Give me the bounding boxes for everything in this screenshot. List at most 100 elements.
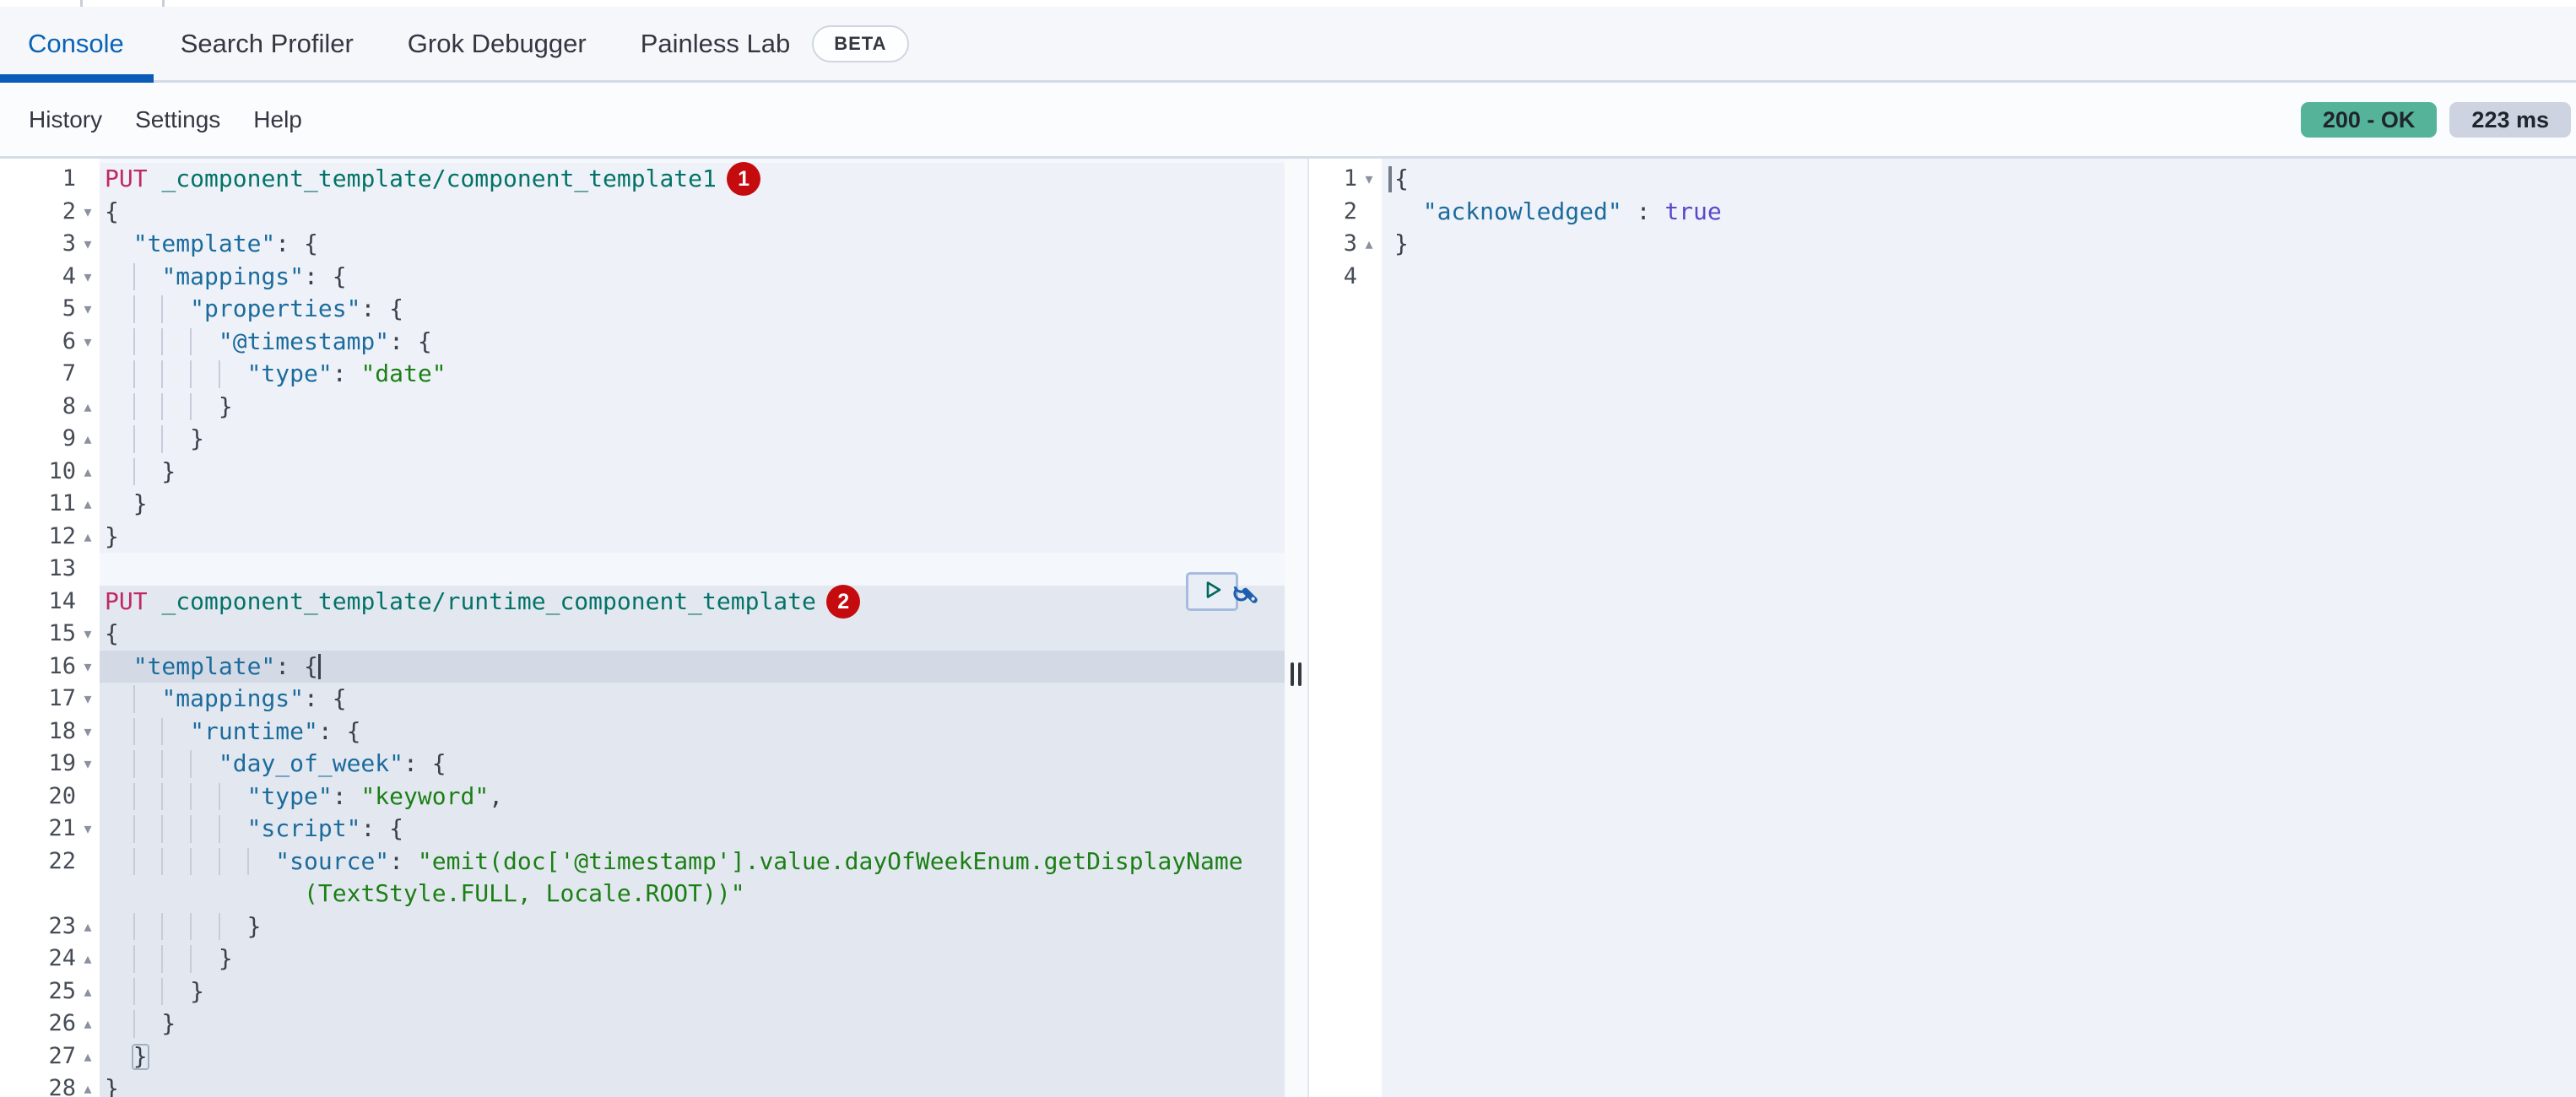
response-editor-code[interactable]: { "acknowledged" : true} — [1382, 159, 2576, 1097]
indent-guide — [133, 425, 135, 453]
fold-close-icon[interactable]: ▴ — [78, 1073, 98, 1097]
fold-open-icon[interactable]: ▾ — [78, 326, 98, 359]
code-line[interactable]: PUT _component_template/runtime_componen… — [100, 586, 1285, 619]
code-line[interactable]: "mappings": { — [100, 683, 1285, 716]
code-line[interactable]: } — [100, 1008, 1285, 1040]
fold-open-icon[interactable]: ▾ — [78, 618, 98, 651]
tab-console[interactable]: Console — [0, 7, 154, 80]
code-line[interactable]: "template": { — [100, 651, 1285, 684]
code-line[interactable]: "template": { — [100, 228, 1285, 261]
code-token: _component_template/runtime_component_te… — [161, 587, 815, 615]
fold-open-icon[interactable]: ▾ — [78, 683, 98, 716]
fold-close-icon[interactable]: ▴ — [78, 1008, 98, 1040]
code-line[interactable]: } — [100, 391, 1285, 424]
fold-open-icon[interactable]: ▾ — [78, 261, 98, 294]
fold-open-icon[interactable]: ▾ — [78, 748, 98, 781]
request-editor-code[interactable]: PUT _component_template/component_templa… — [100, 159, 1285, 1097]
fold-open-icon[interactable]: ▾ — [78, 813, 98, 846]
tab-painless-lab[interactable]: Painless LabBETA — [614, 7, 936, 80]
fold-close-icon[interactable]: ▴ — [78, 911, 98, 943]
code-token: PUT — [105, 165, 161, 192]
fold-close-icon[interactable]: ▴ — [1358, 228, 1380, 261]
line-number: 1 — [1309, 163, 1357, 196]
code-token: : { — [360, 295, 403, 322]
line-number: 4 — [0, 261, 76, 294]
fold-close-icon[interactable]: ▴ — [78, 391, 98, 424]
code-line[interactable]: } — [100, 975, 1285, 1008]
code-line[interactable]: "runtime": { — [100, 716, 1285, 748]
code-line[interactable]: } — [100, 488, 1285, 521]
code-line[interactable]: "properties": { — [100, 293, 1285, 326]
fold-close-icon[interactable]: ▴ — [78, 456, 98, 489]
kibana-dev-tools-console: { "colors": { "accent_blue": "#0A63B5", … — [0, 0, 2576, 1097]
tab-search-profiler[interactable]: Search Profiler — [154, 7, 381, 80]
fold-open-icon[interactable]: ▾ — [78, 228, 98, 261]
code-line[interactable] — [100, 553, 1285, 586]
indent-guide — [161, 425, 163, 453]
code-token: : { — [360, 814, 403, 842]
code-line[interactable]: } — [100, 521, 1285, 554]
menu-item-settings[interactable]: Settings — [135, 106, 220, 133]
code-line[interactable]: } — [100, 1073, 1285, 1097]
code-line[interactable]: "acknowledged" : true — [1382, 196, 2576, 229]
code-line[interactable]: } — [100, 911, 1285, 943]
code-line[interactable]: } — [1382, 228, 2576, 261]
code-token: "@timestamp" — [219, 327, 389, 355]
code-line[interactable]: } — [100, 456, 1285, 489]
menu-item-help[interactable]: Help — [253, 106, 302, 133]
panel-resize-handle[interactable] — [1285, 159, 1309, 1097]
code-line[interactable]: "day_of_week": { — [100, 748, 1285, 781]
dev-tools-tabbar: ConsoleSearch ProfilerGrok DebuggerPainl… — [0, 7, 2576, 83]
screenshot-artifact-tick — [162, 0, 165, 7]
fold-close-icon[interactable]: ▴ — [78, 488, 98, 521]
menu-item-history[interactable]: History — [29, 106, 102, 133]
indent-guide — [190, 815, 192, 843]
code-line[interactable]: "source": "emit(doc['@timestamp'].value.… — [100, 846, 1285, 878]
fold-open-icon[interactable]: ▾ — [78, 651, 98, 684]
code-line[interactable]: "type": "keyword", — [100, 781, 1285, 813]
indent-guide — [133, 848, 135, 876]
fold-close-icon[interactable]: ▴ — [78, 975, 98, 1008]
code-line[interactable]: (TextStyle.FULL, Locale.ROOT))" — [100, 878, 1285, 911]
indent-guide — [133, 685, 135, 713]
fold-open-icon[interactable]: ▾ — [78, 716, 98, 748]
fold-open-icon[interactable]: ▾ — [78, 196, 98, 229]
code-line[interactable]: { — [100, 196, 1285, 229]
request-options-button[interactable] — [1230, 576, 1262, 608]
fold-open-icon[interactable]: ▾ — [1358, 163, 1380, 196]
code-line[interactable] — [1382, 261, 2576, 294]
response-editor-panel[interactable]: 1▾23▴4 { "acknowledged" : true} — [1309, 159, 2576, 1097]
code-line[interactable]: PUT _component_template/component_templa… — [100, 163, 1285, 196]
fold-close-icon[interactable]: ▴ — [78, 943, 98, 975]
code-token: } — [105, 912, 261, 940]
status-code-badge: 200 - OK — [2301, 102, 2438, 138]
code-line[interactable]: { — [100, 618, 1285, 651]
code-token: } — [105, 457, 176, 485]
line-number: 22 — [0, 846, 76, 878]
fold-open-icon[interactable]: ▾ — [78, 293, 98, 326]
code-line[interactable]: "type": "date" — [100, 358, 1285, 391]
wrench-icon — [1230, 597, 1262, 611]
code-token: "mappings" — [161, 262, 304, 290]
indent-guide — [219, 913, 220, 941]
code-token: (TextStyle.FULL, Locale.ROOT))" — [304, 879, 745, 907]
code-line[interactable]: "script": { — [100, 813, 1285, 846]
code-line[interactable]: { — [1382, 163, 2576, 196]
code-line[interactable]: } — [100, 1040, 1285, 1073]
code-token: : — [389, 847, 418, 875]
code-line[interactable]: } — [100, 943, 1285, 975]
code-token: { — [1394, 165, 1409, 192]
request-editor-panel[interactable]: 12▾3▾4▾5▾6▾78▴9▴10▴11▴12▴131415▾16▾17▾18… — [0, 159, 1285, 1097]
indent-guide — [133, 750, 135, 778]
code-line[interactable]: } — [100, 423, 1285, 456]
code-line[interactable]: "@timestamp": { — [100, 326, 1285, 359]
code-token: : { — [275, 230, 318, 257]
indent-guide — [161, 783, 163, 811]
line-number: 24 — [0, 943, 76, 975]
fold-close-icon[interactable]: ▴ — [78, 521, 98, 554]
code-line[interactable]: "mappings": { — [100, 261, 1285, 294]
fold-close-icon[interactable]: ▴ — [78, 1040, 98, 1073]
code-token: : { — [403, 749, 446, 777]
tab-grok-debugger[interactable]: Grok Debugger — [381, 7, 614, 80]
fold-close-icon[interactable]: ▴ — [78, 423, 98, 456]
